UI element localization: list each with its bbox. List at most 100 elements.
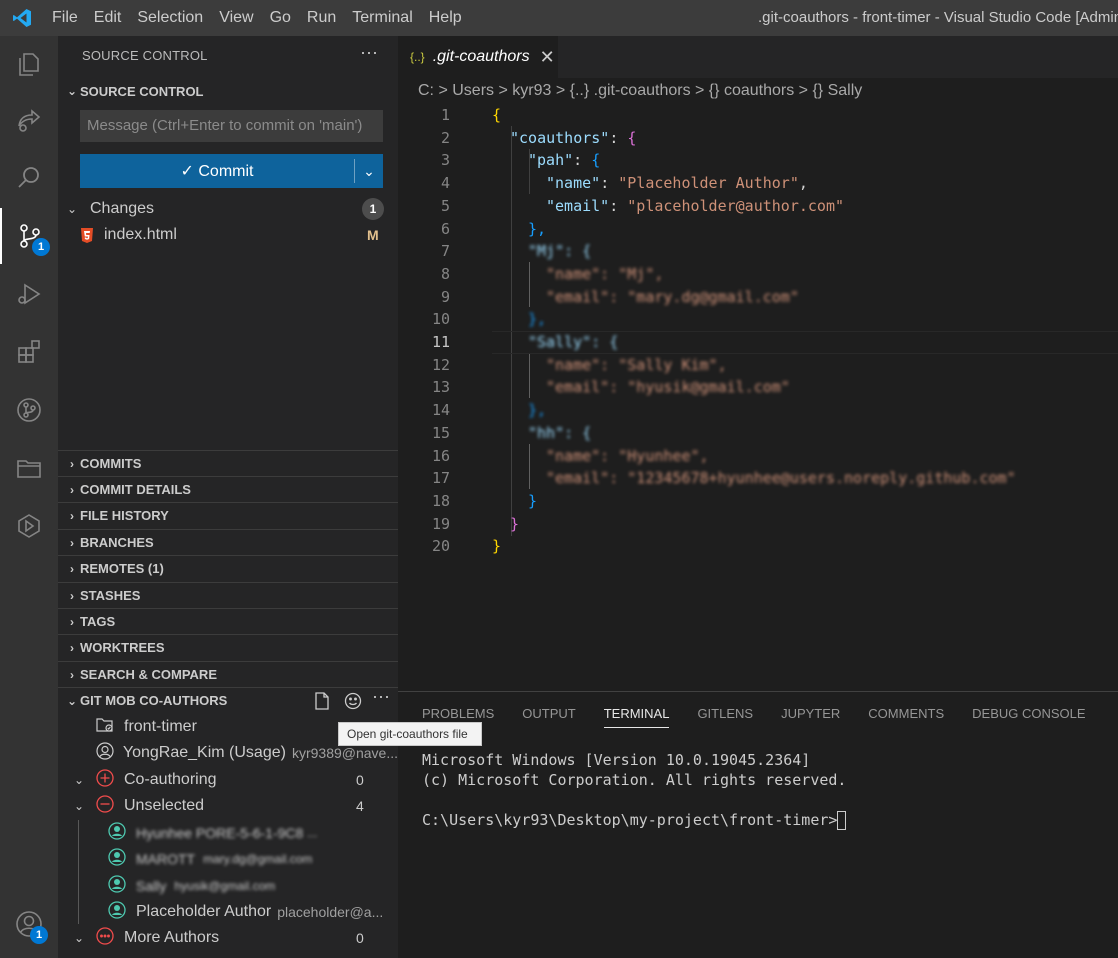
unselected-group[interactable]: ⌄ Unselected 4 — [58, 793, 398, 819]
menu-edit[interactable]: Edit — [86, 0, 130, 36]
smiley-icon[interactable] — [344, 692, 362, 710]
sidebar-title: SOURCE CONTROL — [82, 48, 208, 63]
tab-gitlens[interactable]: GITLENS — [697, 706, 753, 728]
section-label: SEARCH & COMPARE — [80, 667, 217, 682]
search-compare-section[interactable]: › SEARCH & COMPARE — [58, 661, 398, 687]
menu-file[interactable]: File — [44, 0, 86, 36]
code-text: } — [492, 537, 502, 556]
vscode-logo-icon — [0, 0, 44, 36]
commit-message-input[interactable]: Message (Ctrl+Enter to commit on 'main') — [80, 110, 383, 142]
menu-go[interactable]: Go — [262, 0, 299, 36]
file-history-section[interactable]: › FILE HISTORY — [58, 502, 398, 528]
remotes-section[interactable]: › REMOTES (1) — [58, 555, 398, 581]
author-name: Placeholder Author — [136, 903, 272, 920]
unselected-label: Unselected — [124, 797, 205, 814]
worktrees-section[interactable]: › WORKTREES — [58, 634, 398, 660]
stashes-section[interactable]: › STASHES — [58, 582, 398, 608]
line-number: 12 — [431, 355, 450, 374]
tab-jupyter[interactable]: JUPYTER — [781, 706, 840, 728]
open-file-icon[interactable] — [314, 692, 332, 710]
repo-name: front-timer — [124, 718, 197, 735]
menu-selection[interactable]: Selection — [129, 0, 211, 36]
code-text: "coauthors": { — [510, 128, 637, 147]
add-circle-icon — [96, 768, 116, 792]
commits-section[interactable]: › COMMITS — [58, 450, 398, 476]
coauthoring-group[interactable]: ⌄ Co-authoring 0 — [58, 767, 398, 793]
json-key: "pah" — [528, 151, 574, 170]
author-email: ... — [307, 826, 318, 840]
accounts-icon[interactable]: 1 — [0, 896, 58, 952]
json-value: "Placeholder Author" — [618, 174, 799, 193]
scm-section-header[interactable]: ⌄ SOURCE CONTROL — [58, 78, 398, 104]
section-label: TAGS — [80, 614, 116, 629]
commit-dropdown-icon[interactable]: ⌄ — [355, 163, 383, 180]
remote-explorer-icon[interactable] — [0, 498, 58, 554]
extensions-icon[interactable] — [0, 324, 58, 380]
changed-file-row[interactable]: index.html M — [58, 222, 398, 248]
terminal-prompt-line: C:\Users\kyr93\Desktop\my-project\front-… — [422, 810, 847, 830]
chevron-right-icon: › — [70, 640, 74, 655]
code-text: "email": "12345678+hyunhee@users.noreply… — [546, 469, 1016, 488]
tags-section[interactable]: › TAGS — [58, 608, 398, 634]
changes-group[interactable]: ⌄ Changes — [58, 196, 398, 222]
account-icon — [96, 741, 115, 765]
live-share-icon[interactable] — [0, 92, 58, 148]
bottom-panel: PROBLEMS OUTPUT TERMINAL GITLENS JUPYTER… — [398, 691, 1118, 958]
code-text: "pah": { — [528, 151, 601, 170]
branches-section[interactable]: › BRANCHES — [58, 529, 398, 555]
more-authors-label: More Authors — [124, 929, 220, 946]
more-authors-count: 0 — [356, 930, 364, 946]
editor-area: {..} .git-coauthors ✕ C: > Users > kyr93… — [398, 36, 1118, 691]
source-control-icon[interactable]: 1 — [0, 208, 58, 264]
section-label: BRANCHES — [80, 535, 154, 550]
author-row[interactable]: Hyunhee PORE-5-6-1-9C8 ... — [58, 820, 398, 846]
more-authors-group[interactable]: ⌄ More Authors 0 — [58, 925, 398, 951]
line-number: 13 — [431, 378, 450, 397]
menu-help[interactable]: Help — [421, 0, 470, 36]
changes-label: Changes — [90, 200, 155, 217]
json-key: "name" — [546, 174, 601, 193]
menu-view[interactable]: View — [211, 0, 261, 36]
more-actions-icon[interactable]: ··· — [360, 42, 378, 63]
run-debug-icon[interactable] — [0, 266, 58, 322]
sidebar: SOURCE CONTROL ··· ⌄ SOURCE CONTROL Mess… — [58, 36, 398, 958]
code-line: 14}, — [398, 399, 1118, 422]
tab-git-coauthors[interactable]: {..} .git-coauthors ✕ — [398, 36, 558, 78]
tab-comments[interactable]: COMMENTS — [868, 706, 944, 728]
folder-icon[interactable] — [0, 440, 58, 496]
author-row[interactable]: Placeholder Author placeholder@a... — [58, 899, 398, 925]
git-graph-icon[interactable] — [0, 382, 58, 438]
more-actions-icon[interactable]: ··· — [372, 686, 390, 707]
author-email: placeholder@a... — [277, 904, 384, 920]
git-mob-title: GIT MOB CO-AUTHORS — [80, 693, 228, 708]
author-email: mary.dg@gmail.com — [203, 852, 313, 866]
code-line: 18} — [398, 490, 1118, 513]
commit-details-section[interactable]: › COMMIT DETAILS — [58, 476, 398, 502]
section-label: COMMIT DETAILS — [80, 482, 191, 497]
tab-output[interactable]: OUTPUT — [522, 706, 575, 728]
close-icon[interactable]: ✕ — [540, 47, 555, 68]
breadcrumb[interactable]: C: > Users > kyr93 > {..} .git-coauthors… — [418, 82, 862, 100]
commit-button-label[interactable]: ✓ Commit — [80, 161, 354, 181]
line-number: 6 — [440, 219, 450, 238]
code-text: "hh": { — [528, 423, 592, 442]
tab-debug-console[interactable]: DEBUG CONSOLE — [972, 706, 1085, 728]
code-text: "email": "placeholder@author.com" — [546, 196, 845, 215]
tab-terminal[interactable]: TERMINAL — [603, 706, 670, 728]
code-text: }, — [528, 401, 547, 420]
terminal-output[interactable]: Microsoft Windows [Version 10.0.19045.23… — [422, 750, 846, 830]
coauthoring-count: 0 — [356, 772, 364, 788]
terminal-cursor — [837, 811, 847, 830]
terminal-line: Microsoft Windows [Version 10.0.19045.23… — [422, 751, 811, 769]
chevron-right-icon: › — [70, 561, 74, 576]
author-row[interactable]: MAROTT mary.dg@gmail.com — [58, 846, 398, 872]
menu-terminal[interactable]: Terminal — [344, 0, 420, 36]
search-icon[interactable] — [0, 150, 58, 206]
chevron-right-icon: › — [70, 482, 74, 497]
commit-button[interactable]: ✓ Commit ⌄ — [80, 154, 383, 188]
author-row[interactable]: Sally hyusik@gmail.com — [58, 873, 398, 899]
menu-run[interactable]: Run — [299, 0, 344, 36]
explorer-icon[interactable] — [0, 36, 58, 92]
section-label: STASHES — [80, 588, 141, 603]
chevron-down-icon: ⌄ — [74, 773, 85, 787]
